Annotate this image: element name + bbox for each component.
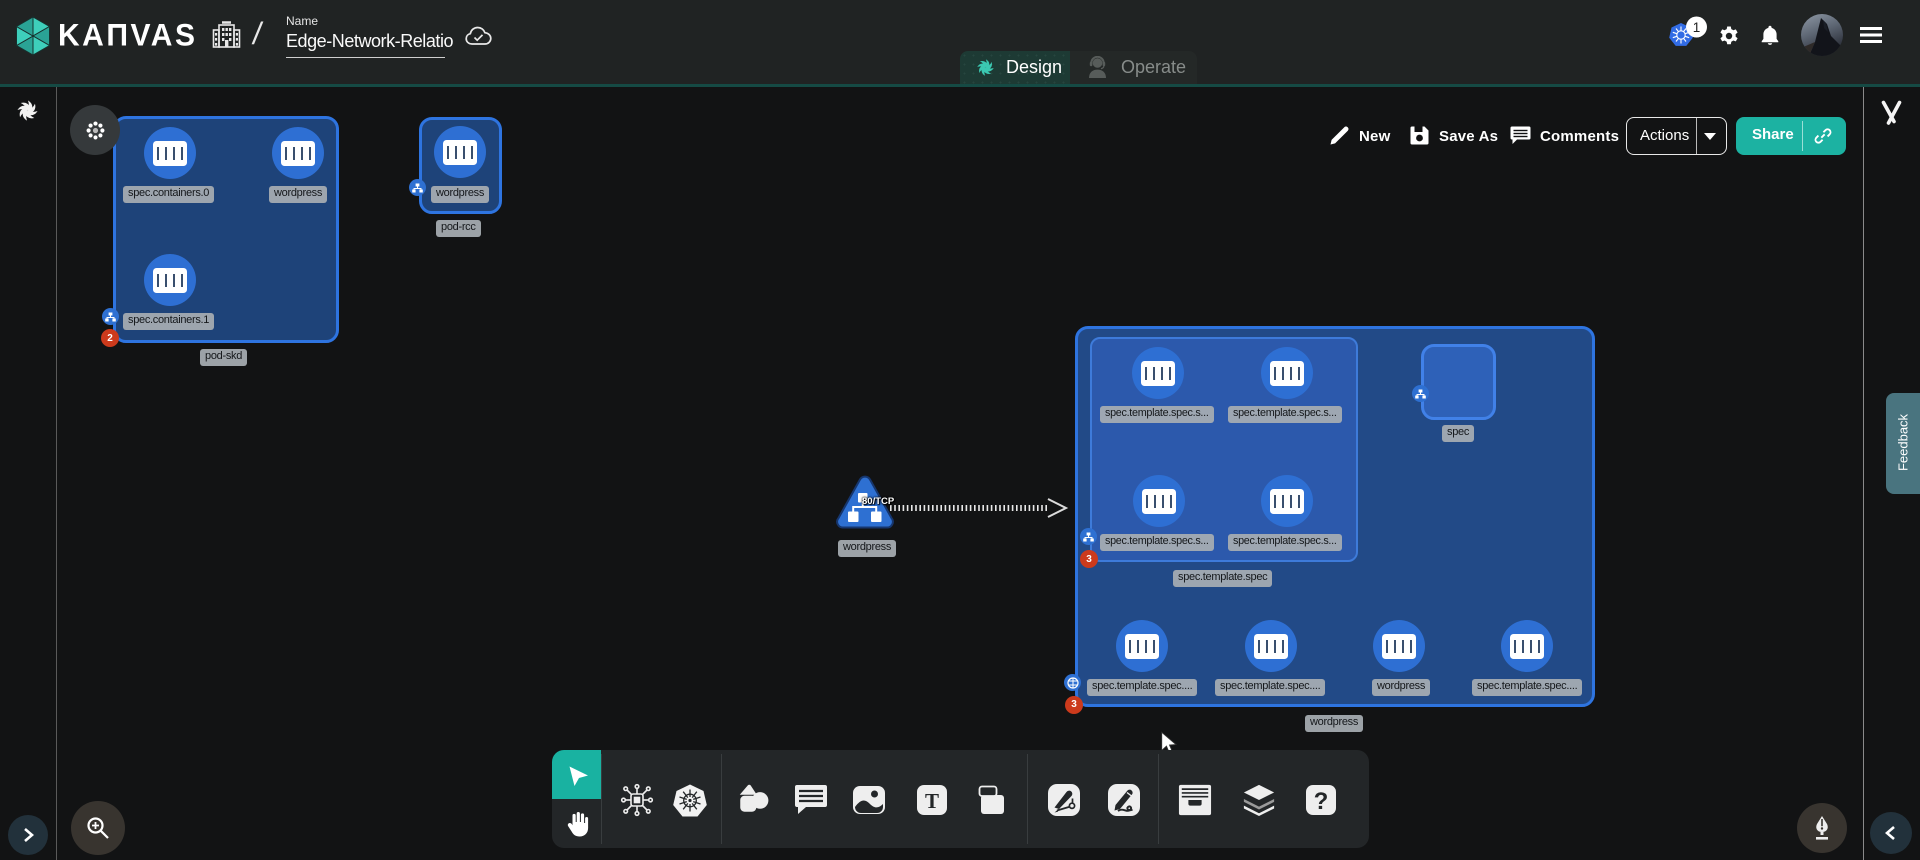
svg-text:?: ? <box>1314 788 1329 815</box>
svg-text:1: 1 <box>1693 20 1701 35</box>
svg-text:T: T <box>925 789 939 813</box>
